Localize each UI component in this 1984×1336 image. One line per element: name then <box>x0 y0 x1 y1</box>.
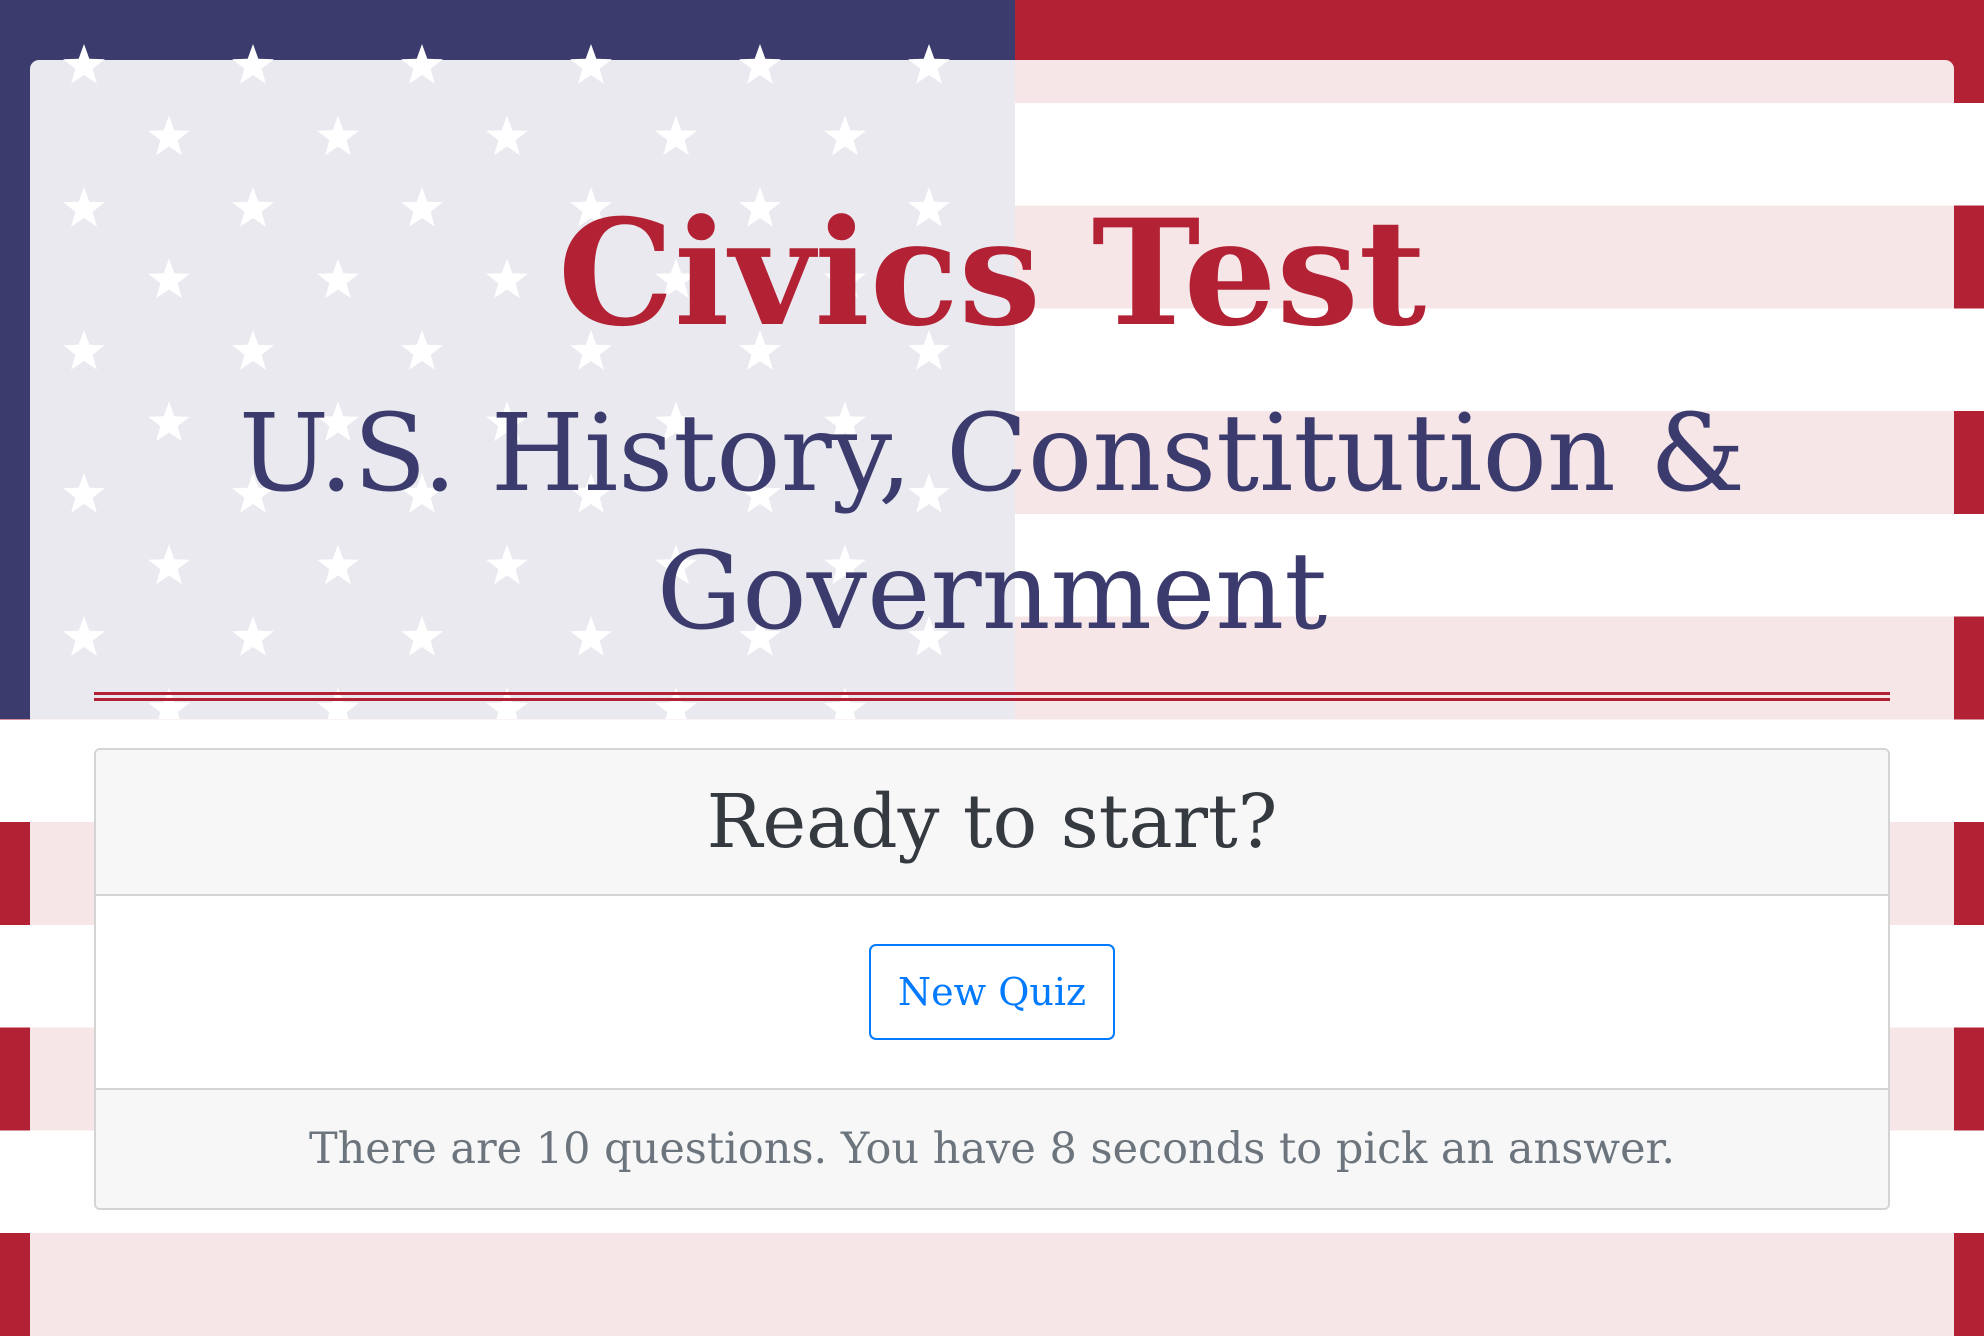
ready-heading: Ready to start? <box>706 779 1278 865</box>
quiz-info-text: There are 10 questions. You have 8 secon… <box>308 1124 1676 1174</box>
card-header: Ready to start? <box>96 750 1888 896</box>
page-subtitle: U.S. History, Constitution & Government <box>238 392 1746 655</box>
new-quiz-button[interactable]: New Quiz <box>869 944 1115 1040</box>
card-footer: There are 10 questions. You have 8 secon… <box>96 1088 1888 1208</box>
title-divider <box>94 692 1890 701</box>
start-card: Ready to start? New Quiz There are 10 qu… <box>94 748 1890 1210</box>
card-body: New Quiz <box>96 896 1888 1088</box>
page-title: Civics Test <box>557 188 1427 359</box>
